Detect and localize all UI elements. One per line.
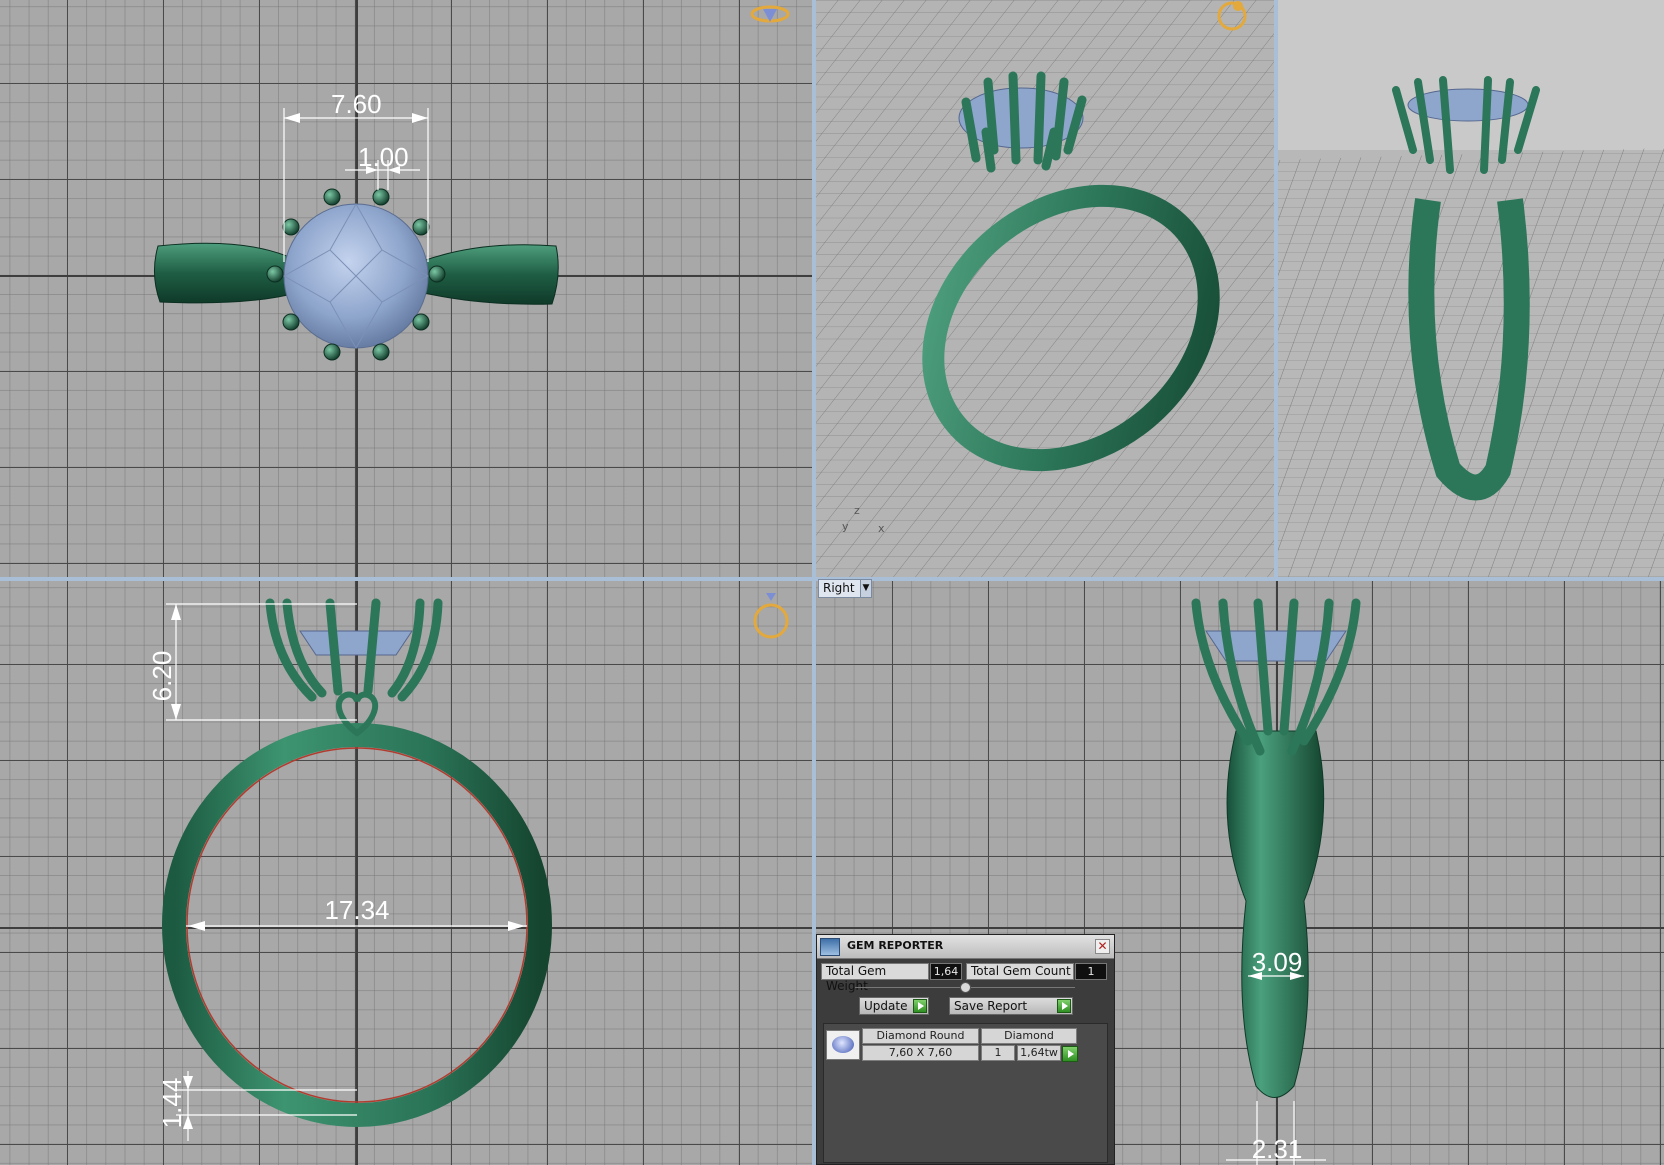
gem-row[interactable]: Diamond Round Diamond 7,60 X 7,60 1 1,64…: [824, 1024, 1107, 1068]
close-icon[interactable]: ✕: [1095, 939, 1110, 954]
perspective-side-drawing: [1278, 0, 1664, 577]
save-report-label: Save Report: [954, 999, 1028, 1013]
viewport-front[interactable]: 6.20 17.34 1.44: [0, 581, 812, 1165]
orientation-ring-icon: [750, 5, 790, 23]
ring-shank-right: [1226, 730, 1325, 1098]
play-icon[interactable]: [1062, 1046, 1078, 1062]
total-weight-value: 1,64: [930, 963, 962, 980]
axis-label-x: x: [878, 522, 885, 535]
dim-bottom-width: 2.31: [1252, 1134, 1303, 1164]
viewport-perspective[interactable]: y z x: [816, 0, 1274, 577]
gem-front: [299, 630, 413, 656]
gem-weight: 1,64tw: [1017, 1045, 1061, 1061]
ring-shank-front: [162, 723, 552, 1127]
gem-thumbnail-icon: [826, 1030, 860, 1060]
dim-height: 6.20: [147, 651, 177, 702]
gem-count: 1: [981, 1045, 1015, 1061]
gem-reporter-title: GEM REPORTER: [847, 939, 944, 952]
orientation-ring-icon-front: [753, 593, 789, 639]
play-icon: [1057, 999, 1071, 1013]
update-button-label: Update: [864, 999, 908, 1013]
viewport-top[interactable]: 7.60 1.00: [0, 0, 812, 577]
dim-prong: 1.00: [358, 142, 409, 172]
total-count-value: 1: [1075, 963, 1107, 980]
gem-shape: Diamond Round: [862, 1028, 979, 1044]
total-count-label: Total Gem Count: [966, 963, 1074, 980]
top-view-drawing: 7.60 1.00: [154, 5, 790, 361]
workspace: 7.60 1.00 y z x 6.20 17.34 1.44 3.09 2.3…: [0, 0, 1664, 1165]
view-selector[interactable]: Right ▼: [818, 579, 872, 598]
dim-band-thickness: 1.44: [157, 1078, 187, 1129]
dim-shank-width: 3.09: [1252, 947, 1303, 977]
expand-handle-icon[interactable]: [960, 982, 971, 993]
viewport-divider-vertical-2[interactable]: [1274, 0, 1278, 577]
perspective-drawing: y z x: [816, 0, 1274, 577]
view-selector-label: Right: [823, 581, 855, 595]
dim-gem-width: 7.60: [331, 89, 382, 119]
play-icon: [913, 999, 927, 1013]
axis-label-y: y: [842, 520, 849, 533]
viewport-perspective-side[interactable]: [1278, 0, 1664, 577]
dim-inner-diameter: 17.34: [324, 895, 389, 925]
update-button[interactable]: Update: [859, 997, 929, 1015]
gem-list: Diamond Round Diamond 7,60 X 7,60 1 1,64…: [823, 1023, 1108, 1163]
gem-reporter-panel: GEM REPORTER ✕ Total Gem Weight 1,64 Tot…: [816, 934, 1115, 1165]
chevron-down-icon[interactable]: ▼: [860, 580, 871, 597]
prongs-right: [1191, 598, 1361, 756]
save-report-button[interactable]: Save Report: [949, 997, 1073, 1015]
gem-reporter-icon: [820, 938, 840, 956]
gem-reporter-titlebar[interactable]: GEM REPORTER ✕: [817, 935, 1114, 959]
total-weight-label: Total Gem Weight: [821, 963, 929, 993]
gem-size: 7,60 X 7,60: [862, 1045, 979, 1061]
gem-material: Diamond: [981, 1028, 1077, 1044]
axis-label-z: z: [854, 504, 860, 517]
front-view-drawing: 6.20 17.34 1.44: [147, 593, 789, 1141]
